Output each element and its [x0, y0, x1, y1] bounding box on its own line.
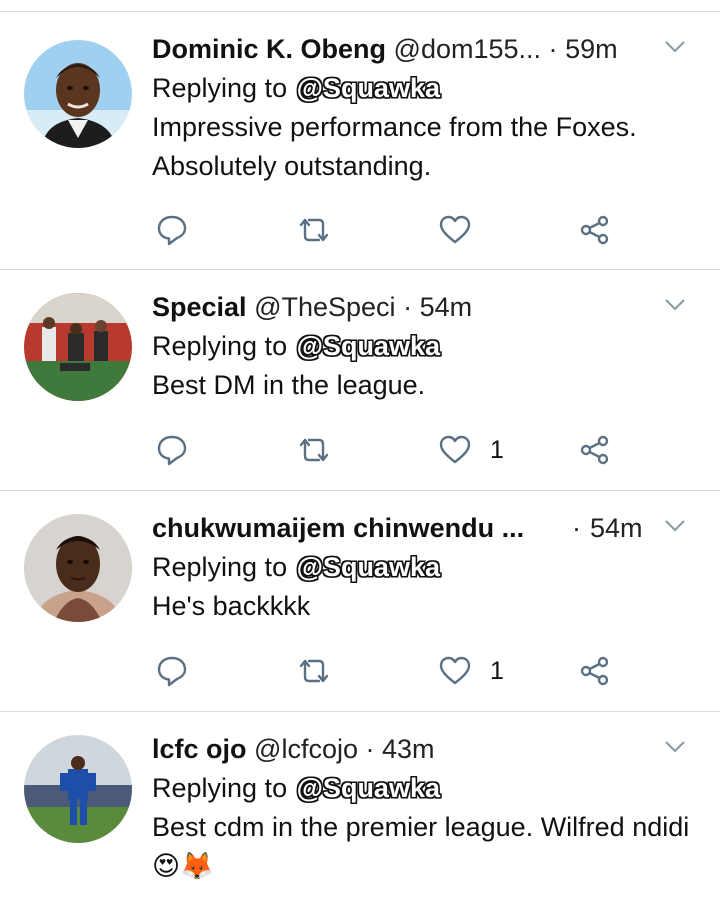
like-button[interactable]: 1 — [438, 651, 504, 691]
avatar[interactable] — [24, 735, 132, 843]
share-icon — [580, 215, 609, 245]
tweet[interactable]: chukwumaijem chinwendu ... · 54m Replyin… — [0, 491, 720, 712]
tweet-header: chukwumaijem chinwendu ... · 54m — [152, 509, 704, 547]
top-divider — [0, 0, 720, 12]
heart-icon — [439, 215, 471, 244]
tweet[interactable]: lcfc ojo @lcfcojo · 43m Replying to @Squ… — [0, 712, 720, 907]
replying-to: Replying to @Squawka — [152, 326, 704, 366]
reply-icon — [157, 656, 187, 687]
display-name[interactable]: chukwumaijem chinwendu ... — [152, 513, 524, 543]
replying-to-label: Replying to — [152, 552, 288, 582]
user-handle[interactable]: @dom155... — [394, 34, 542, 64]
separator-dot: · — [365, 734, 375, 764]
separator-dot: · — [403, 292, 413, 322]
separator-dot: · — [572, 513, 581, 543]
chevron-down-icon[interactable] — [664, 740, 686, 754]
share-icon — [580, 435, 609, 465]
timestamp[interactable]: 43m — [382, 734, 435, 764]
display-name[interactable]: Dominic K. Obeng — [152, 34, 386, 64]
tweet-header: Special @TheSpeci · 54m — [152, 288, 704, 326]
replying-to: Replying to @Squawka — [152, 68, 704, 108]
mention-link[interactable]: @Squawka — [295, 331, 442, 361]
display-name[interactable]: Special — [152, 292, 247, 322]
timestamp[interactable]: 59m — [565, 34, 618, 64]
reply-button[interactable] — [155, 651, 189, 691]
retweet-icon — [299, 438, 329, 462]
retweet-icon — [299, 659, 329, 683]
avatar[interactable] — [24, 40, 132, 148]
reply-icon — [157, 435, 187, 466]
chevron-down-icon[interactable] — [664, 40, 686, 54]
reply-button[interactable] — [155, 210, 189, 250]
replying-to-label: Replying to — [152, 331, 288, 361]
retweet-icon — [299, 218, 329, 242]
share-button[interactable] — [578, 430, 612, 470]
reply-button[interactable] — [155, 430, 189, 470]
tweet[interactable]: Special @TheSpeci · 54m Replying to @Squ… — [0, 270, 720, 491]
tweet-text: Best cdm in the premier league. Wilfred … — [152, 812, 690, 881]
tweet-text: He's backkkk — [152, 591, 311, 621]
retweet-button[interactable] — [295, 651, 333, 691]
user-handle[interactable]: @TheSpeci — [254, 292, 395, 322]
replying-to-label: Replying to — [152, 773, 288, 803]
retweet-button[interactable] — [295, 210, 333, 250]
tweet-text: Best DM in the league. — [152, 370, 426, 400]
mention-link[interactable]: @Squawka — [295, 73, 442, 103]
timestamp[interactable]: 54m — [420, 292, 473, 322]
separator-dot: · — [548, 34, 558, 64]
mention-link[interactable]: @Squawka — [295, 552, 442, 582]
heart-icon — [439, 656, 471, 685]
tweet-header: Dominic K. Obeng @dom155... · 59m — [152, 30, 704, 68]
avatar[interactable] — [24, 514, 132, 622]
tweet[interactable]: Dominic K. Obeng @dom155... · 59m Replyi… — [0, 12, 720, 270]
avatar[interactable] — [24, 293, 132, 401]
replying-to-label: Replying to — [152, 73, 288, 103]
timestamp[interactable]: 54m — [590, 509, 643, 547]
like-count: 1 — [490, 435, 504, 464]
display-name[interactable]: lcfc ojo — [152, 734, 247, 764]
heart-icon — [439, 435, 471, 464]
chevron-down-icon[interactable] — [664, 298, 686, 312]
replying-to: Replying to @Squawka — [152, 768, 704, 808]
reply-icon — [157, 215, 187, 246]
retweet-button[interactable] — [295, 430, 333, 470]
tweet-text: Impressive performance from the Foxes. A… — [152, 112, 637, 181]
chevron-down-icon[interactable] — [664, 519, 686, 533]
like-count: 1 — [490, 656, 504, 685]
like-button[interactable]: 1 — [438, 430, 504, 470]
user-handle[interactable]: @lcfcojo — [254, 734, 358, 764]
share-icon — [580, 656, 609, 686]
mention-link[interactable]: @Squawka — [295, 773, 442, 803]
tweet-header: lcfc ojo @lcfcojo · 43m — [152, 730, 704, 768]
share-button[interactable] — [578, 651, 612, 691]
like-button[interactable] — [438, 210, 490, 250]
replying-to: Replying to @Squawka — [152, 547, 704, 587]
share-button[interactable] — [578, 210, 612, 250]
